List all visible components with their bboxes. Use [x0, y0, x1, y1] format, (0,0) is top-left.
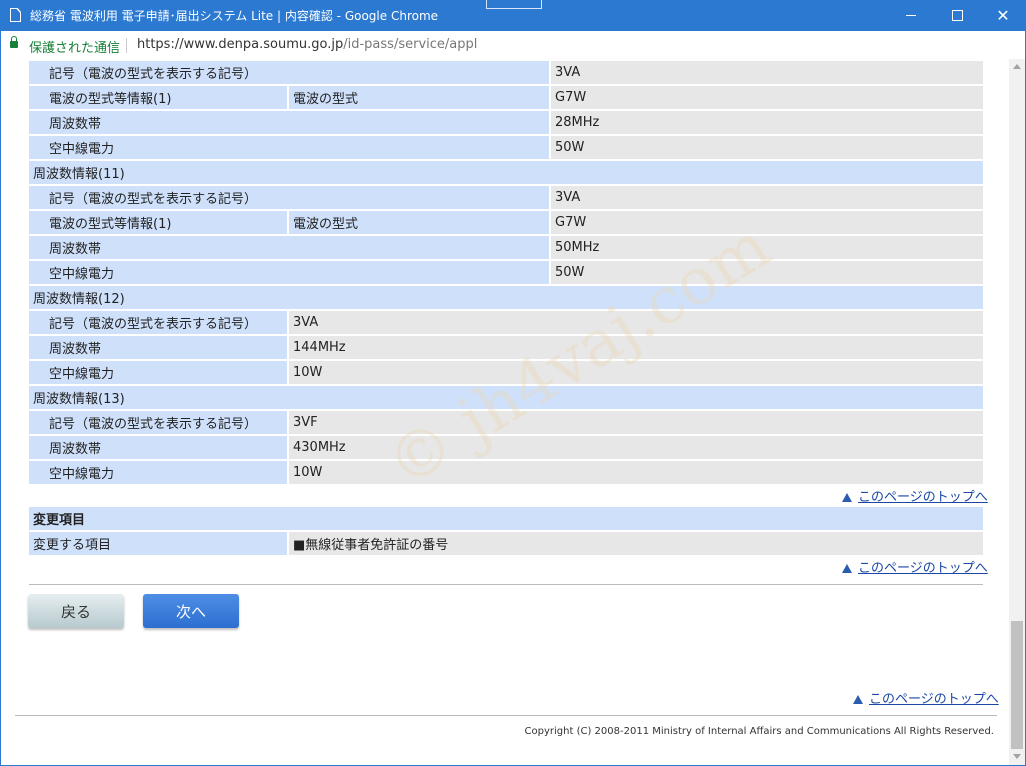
maximize-icon: [951, 10, 963, 21]
lock-icon: [10, 36, 18, 48]
up-triangle-icon: [842, 564, 852, 573]
row-label: 周波数帯: [29, 111, 549, 134]
row-label: 記号（電波の型式を表示する記号）: [29, 411, 287, 434]
up-triangle-icon: [853, 695, 863, 704]
table-row: 空中線電力 10W: [29, 361, 983, 384]
url-host: https://www.denpa.soumu.go.jp: [137, 37, 344, 52]
row-value: 3VA: [549, 61, 983, 84]
back-button[interactable]: 戻る: [28, 594, 124, 628]
secure-label: 保護された通信: [29, 41, 121, 56]
row-sublabel: 電波の型式: [287, 86, 549, 109]
address-bar[interactable]: 保護された通信 https://www.denpa.soumu.go.jp/id…: [0, 31, 1026, 59]
row-label: 電波の型式等情報(1): [29, 86, 287, 109]
url-path: /id-pass/service/appl: [343, 37, 478, 52]
detail-table: 記号（電波の型式を表示する記号） 3VA 電波の型式等情報(1) 電波の型式 G…: [29, 59, 983, 486]
table-row: 空中線電力 50W: [29, 136, 983, 159]
minimize-button[interactable]: [888, 0, 934, 31]
row-label: 周波数帯: [29, 336, 287, 359]
maximize-button[interactable]: [934, 0, 980, 31]
row-value: 28MHz: [549, 111, 983, 134]
row-value: G7W: [549, 211, 983, 234]
url-text[interactable]: https://www.denpa.soumu.go.jp/id-pass/se…: [137, 37, 477, 52]
row-value: 144MHz: [287, 336, 983, 359]
table-row: 変更する項目 ■無線従事者免許証の番号: [29, 532, 983, 555]
page-top-link[interactable]: このページのトップへ: [842, 486, 988, 505]
next-button[interactable]: 次へ: [143, 594, 239, 628]
row-value: 50W: [549, 261, 983, 284]
section-row: 周波数情報(13): [29, 386, 983, 409]
close-button[interactable]: ✕: [980, 0, 1026, 31]
change-label: 変更する項目: [29, 532, 287, 555]
table-row: 記号（電波の型式を表示する記号） 3VA: [29, 186, 983, 209]
window-titlebar[interactable]: 総務省 電波利用 電子申請･届出システム Lite | 内容確認 - Googl…: [0, 0, 1026, 31]
section-row: 周波数情報(11): [29, 161, 983, 184]
close-icon: ✕: [996, 6, 1010, 25]
row-value: 50W: [549, 136, 983, 159]
table-row: 空中線電力 50W: [29, 261, 983, 284]
change-value: ■無線従事者免許証の番号: [287, 532, 983, 555]
page-top-link-text: このページのトップへ: [858, 561, 988, 576]
table-row: 周波数帯 144MHz: [29, 336, 983, 359]
page-top-link-text: このページのトップへ: [858, 490, 988, 505]
document-icon: [10, 8, 21, 22]
row-value: 50MHz: [549, 236, 983, 259]
scroll-up-icon[interactable]: [1013, 64, 1021, 69]
section-row: 周波数情報(12): [29, 286, 983, 309]
row-label: 電波の型式等情報(1): [29, 211, 287, 234]
row-label: 空中線電力: [29, 261, 549, 284]
section-heading: 周波数情報(12): [29, 286, 983, 309]
vertical-scrollbar[interactable]: [1009, 59, 1025, 765]
page-top-link[interactable]: このページのトップへ: [853, 688, 999, 707]
minimize-icon: [906, 15, 916, 16]
change-table: 変更項目 変更する項目 ■無線従事者免許証の番号: [29, 505, 983, 557]
row-value: G7W: [549, 86, 983, 109]
scroll-thumb[interactable]: [1011, 621, 1023, 749]
row-label: 記号（電波の型式を表示する記号）: [29, 311, 287, 334]
row-value: 3VA: [287, 311, 983, 334]
row-label: 空中線電力: [29, 136, 549, 159]
table-row: 電波の型式等情報(1) 電波の型式 G7W: [29, 86, 983, 109]
table-row: 空中線電力 10W: [29, 461, 983, 484]
copyright-text: Copyright (C) 2008-2011 Ministry of Inte…: [524, 726, 994, 737]
row-label: 記号（電波の型式を表示する記号）: [29, 61, 549, 84]
change-heading: 変更項目: [29, 507, 983, 530]
table-row: 周波数帯 28MHz: [29, 111, 983, 134]
scroll-down-icon[interactable]: [1013, 754, 1021, 759]
table-row: 周波数帯 430MHz: [29, 436, 983, 459]
footer-divider: [15, 715, 997, 716]
row-sublabel: 電波の型式: [287, 211, 549, 234]
row-label: 周波数帯: [29, 236, 549, 259]
row-label: 記号（電波の型式を表示する記号）: [29, 186, 549, 209]
row-value: 10W: [287, 461, 983, 484]
divider: [29, 584, 983, 585]
table-row: 記号（電波の型式を表示する記号） 3VF: [29, 411, 983, 434]
section-row: 変更項目: [29, 507, 983, 530]
up-triangle-icon: [842, 493, 852, 502]
table-row: 電波の型式等情報(1) 電波の型式 G7W: [29, 211, 983, 234]
window-grip: [486, 0, 542, 9]
table-row: 記号（電波の型式を表示する記号） 3VA: [29, 61, 983, 84]
page-top-link[interactable]: このページのトップへ: [842, 557, 988, 576]
row-label: 空中線電力: [29, 361, 287, 384]
table-row: 周波数帯 50MHz: [29, 236, 983, 259]
page-top-link-text: このページのトップへ: [869, 692, 999, 707]
row-label: 周波数帯: [29, 436, 287, 459]
row-value: 430MHz: [287, 436, 983, 459]
row-value: 10W: [287, 361, 983, 384]
table-row: 記号（電波の型式を表示する記号） 3VA: [29, 311, 983, 334]
section-heading: 周波数情報(13): [29, 386, 983, 409]
address-separator: [126, 38, 127, 53]
window-title: 総務省 電波利用 電子申請･届出システム Lite | 内容確認 - Googl…: [30, 9, 439, 23]
section-heading: 周波数情報(11): [29, 161, 983, 184]
row-value: 3VA: [549, 186, 983, 209]
row-label: 空中線電力: [29, 461, 287, 484]
page-viewport[interactable]: 記号（電波の型式を表示する記号） 3VA 電波の型式等情報(1) 電波の型式 G…: [1, 59, 1009, 765]
row-value: 3VF: [287, 411, 983, 434]
